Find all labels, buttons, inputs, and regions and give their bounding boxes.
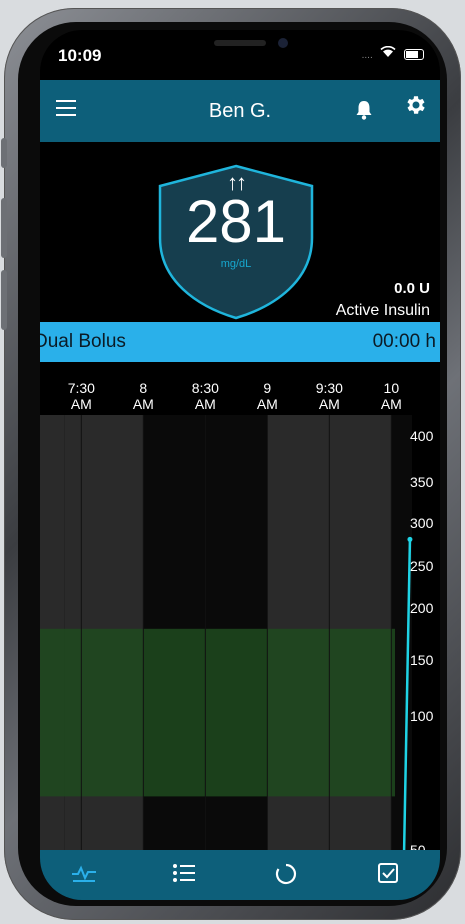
volume-up-button [1,198,7,258]
x-tick-label: 8:30 AM [191,380,219,412]
y-tick-label: 100 [410,708,434,724]
front-camera [278,38,288,48]
x-tick-label: 7:30 AM [67,380,95,412]
tab-circle-progress-icon[interactable] [266,862,306,890]
bell-icon[interactable] [354,99,374,127]
glucose-value: 281 [185,188,287,255]
y-tick-label: 350 [410,474,434,490]
glucose-chart[interactable]: 7:30 AM 8 AM 8:30 AM 9 AM 9:30 AM 10 AM 400 350 300 250… [40,370,440,858]
active-insulin-value: 0.0 U [394,280,430,297]
x-tick-label: 9 AM [256,380,278,412]
bolus-name: Dual Bolus [40,331,126,352]
x-tick-label: 9:30 AM [315,380,343,412]
glucose-readout: ↑↑ 281 mg/dL [156,160,316,270]
tab-checkbox-icon[interactable] [368,862,408,890]
active-insulin-label: Active Insulin [335,302,430,319]
signal-dots: .... [361,50,373,61]
y-tick-label: 400 [410,428,434,444]
status-time: 10:09 [58,46,102,65]
y-tick-label: 150 [410,652,434,668]
phone-screen: 10:09 .... Ben G. ↑↑ 281 mg/dL 0.0 U Act… [40,30,440,900]
speaker-grille [214,40,266,46]
target-range-band [40,628,395,797]
y-tick-label: 250 [410,558,434,574]
page-title: Ben G. [208,100,272,122]
x-tick-label: 8 AM [132,380,154,412]
mute-switch [1,138,7,168]
bolus-remaining: 00:00 h [372,331,436,352]
volume-down-button [1,270,7,330]
wifi-icon [380,45,400,61]
tab-list-icon[interactable] [164,862,204,890]
y-tick-label: 300 [410,515,434,531]
y-tick-label: 200 [410,600,434,616]
battery-icon [404,49,424,61]
app-header: Ben G. [40,80,440,142]
tab-trend-chart-icon[interactable] [64,862,104,890]
gear-icon[interactable] [404,93,428,124]
glucose-point [407,536,413,542]
glucose-unit: mg/dL [220,258,252,270]
notch [160,30,320,62]
tab-bar [40,850,440,900]
status-icons: .... [358,45,424,61]
bolus-banner[interactable]: Dual Bolus 00:00 h [40,322,440,362]
x-tick-label: 10 AM [380,380,402,412]
